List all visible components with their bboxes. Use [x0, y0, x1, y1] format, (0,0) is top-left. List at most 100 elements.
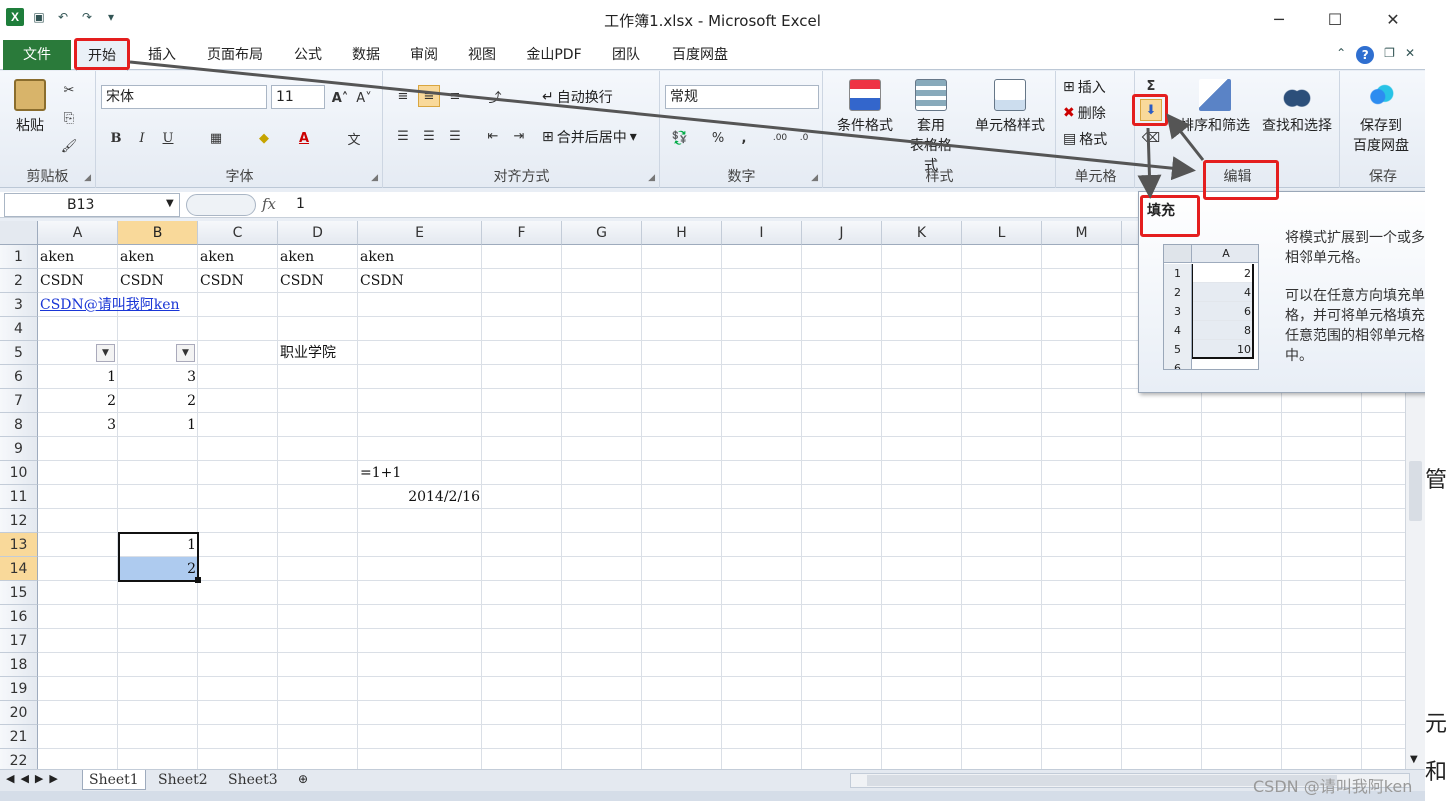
tab-review[interactable]: 审阅 — [400, 40, 448, 70]
row-header-20[interactable]: 20 — [0, 701, 38, 725]
fill-handle[interactable] — [195, 577, 201, 583]
launcher-icon[interactable]: ◢ — [84, 173, 91, 183]
select-all-corner[interactable] — [0, 221, 38, 245]
align-middle-icon[interactable]: ≡ — [418, 85, 440, 107]
row-header-1[interactable]: 1 — [0, 245, 38, 269]
cell[interactable]: 3 — [38, 413, 118, 437]
row-header-9[interactable]: 9 — [0, 437, 38, 461]
column-header-m[interactable]: M — [1042, 221, 1122, 245]
cell-styles-button[interactable]: 单元格样式 — [964, 79, 1056, 135]
column-header-l[interactable]: L — [962, 221, 1042, 245]
filter-dropdown-icon[interactable]: ▼ — [96, 344, 115, 362]
cell[interactable]: CSDN — [118, 269, 198, 293]
column-header-b[interactable]: B — [118, 221, 198, 245]
cell[interactable]: aken — [358, 245, 482, 269]
row-header-5[interactable]: 5 — [0, 341, 38, 365]
tab-baidu-disk[interactable]: 百度网盘 — [660, 40, 740, 70]
row-header-6[interactable]: 6 — [0, 365, 38, 389]
align-left-icon[interactable]: ☰ — [392, 125, 414, 147]
font-color-button[interactable]: A — [293, 127, 315, 149]
cell[interactable]: CSDN — [358, 269, 482, 293]
tab-kingsoft-pdf[interactable]: 金山PDF — [516, 40, 592, 70]
maximize-icon[interactable]: ☐ — [1312, 6, 1358, 32]
cell[interactable]: CSDN@请叫我阿ken — [38, 293, 208, 317]
formula-input[interactable]: 1 — [296, 196, 305, 212]
row-header-18[interactable]: 18 — [0, 653, 38, 677]
tab-view[interactable]: 视图 — [458, 40, 506, 70]
row-header-21[interactable]: 21 — [0, 725, 38, 749]
row-header-10[interactable]: 10 — [0, 461, 38, 485]
new-sheet-icon[interactable]: ⊕ — [298, 772, 308, 786]
column-header-j[interactable]: J — [802, 221, 882, 245]
row-header-4[interactable]: 4 — [0, 317, 38, 341]
column-header-h[interactable]: H — [642, 221, 722, 245]
format-as-table-button[interactable]: 套用 表格格式 — [904, 79, 958, 175]
sheet-nav-icon[interactable]: ◀◀▶▶ — [6, 772, 64, 785]
row-header-3[interactable]: 3 — [0, 293, 38, 317]
align-bottom-icon[interactable]: ≡ — [444, 85, 466, 107]
wrap-text-button[interactable]: ↵ 自动换行 — [542, 87, 613, 107]
launcher-icon[interactable]: ◢ — [811, 173, 818, 183]
filter-dropdown-icon[interactable]: ▼ — [176, 344, 195, 362]
restore-icon[interactable]: ❐ — [1384, 46, 1395, 64]
bold-button[interactable]: B — [105, 127, 127, 149]
decrease-indent-icon[interactable]: ⇤ — [482, 125, 504, 147]
column-header-g[interactable]: G — [562, 221, 642, 245]
delete-cells-button[interactable]: ✖ 删除 — [1063, 103, 1106, 123]
format-painter-icon[interactable]: 🖌 — [58, 135, 80, 157]
tab-insert[interactable]: 插入 — [138, 40, 186, 70]
font-name-select[interactable]: 宋体 — [101, 85, 267, 109]
close-icon[interactable]: ✕ — [1370, 6, 1416, 32]
cell[interactable]: 2014/2/16 — [358, 485, 482, 509]
tab-formulas[interactable]: 公式 — [284, 40, 332, 70]
paste-button[interactable]: 粘贴 — [10, 79, 50, 135]
name-box[interactable]: B13 — [4, 193, 180, 217]
sheet-tab-2[interactable]: Sheet2 — [152, 770, 214, 790]
column-header-k[interactable]: K — [882, 221, 962, 245]
cell[interactable]: 职业学院 — [278, 341, 368, 365]
underline-button[interactable]: U — [157, 127, 179, 149]
percent-button[interactable]: % — [707, 127, 729, 149]
row-header-16[interactable]: 16 — [0, 605, 38, 629]
column-header-f[interactable]: F — [482, 221, 562, 245]
cell[interactable]: aken — [198, 245, 278, 269]
cell[interactable]: =1+1 — [358, 461, 482, 485]
cell[interactable]: 1 — [118, 413, 198, 437]
clear-icon[interactable]: ⌫ — [1140, 127, 1162, 149]
row-header-8[interactable]: 8 — [0, 413, 38, 437]
decrease-decimal-icon[interactable]: .0 — [793, 127, 815, 149]
row-header-19[interactable]: 19 — [0, 677, 38, 701]
row-header-2[interactable]: 2 — [0, 269, 38, 293]
row-header-22[interactable]: 22 — [0, 749, 38, 769]
close-workbook-icon[interactable]: ✕ — [1405, 46, 1415, 64]
italic-button[interactable]: I — [131, 127, 153, 149]
column-header-d[interactable]: D — [278, 221, 358, 245]
column-header-e[interactable]: E — [358, 221, 482, 245]
fill-color-icon[interactable]: ◆ — [253, 127, 275, 149]
row-header-11[interactable]: 11 — [0, 485, 38, 509]
row-header-12[interactable]: 12 — [0, 509, 38, 533]
tab-data[interactable]: 数据 — [342, 40, 390, 70]
tab-file[interactable]: 文件 — [3, 40, 71, 70]
row-header-7[interactable]: 7 — [0, 389, 38, 413]
border-icon[interactable]: ▦ — [205, 127, 227, 149]
scroll-thumb[interactable] — [1409, 461, 1422, 521]
row-header-13[interactable]: 13 — [0, 533, 38, 557]
sheet-tab-1[interactable]: Sheet1 — [82, 770, 146, 790]
cell[interactable]: CSDN — [278, 269, 358, 293]
comma-button[interactable]: , — [733, 127, 755, 149]
insert-function-icon[interactable]: fx — [262, 195, 276, 213]
cell[interactable]: 3 — [118, 365, 198, 389]
find-select-button[interactable]: 查找和选择 — [1256, 79, 1338, 135]
tab-team[interactable]: 团队 — [602, 40, 650, 70]
sheet-tab-3[interactable]: Sheet3 — [222, 770, 284, 790]
cell[interactable]: 2 — [38, 389, 118, 413]
font-size-select[interactable]: 11 — [271, 85, 325, 109]
sort-filter-button[interactable]: 排序和筛选 — [1176, 79, 1254, 135]
row-header-15[interactable]: 15 — [0, 581, 38, 605]
shrink-font-icon[interactable]: A˅ — [353, 87, 375, 109]
row-header-14[interactable]: 14 — [0, 557, 38, 581]
cell[interactable]: 1 — [38, 365, 118, 389]
copy-icon[interactable]: ⎘ — [58, 107, 80, 129]
column-header-a[interactable]: A — [38, 221, 118, 245]
